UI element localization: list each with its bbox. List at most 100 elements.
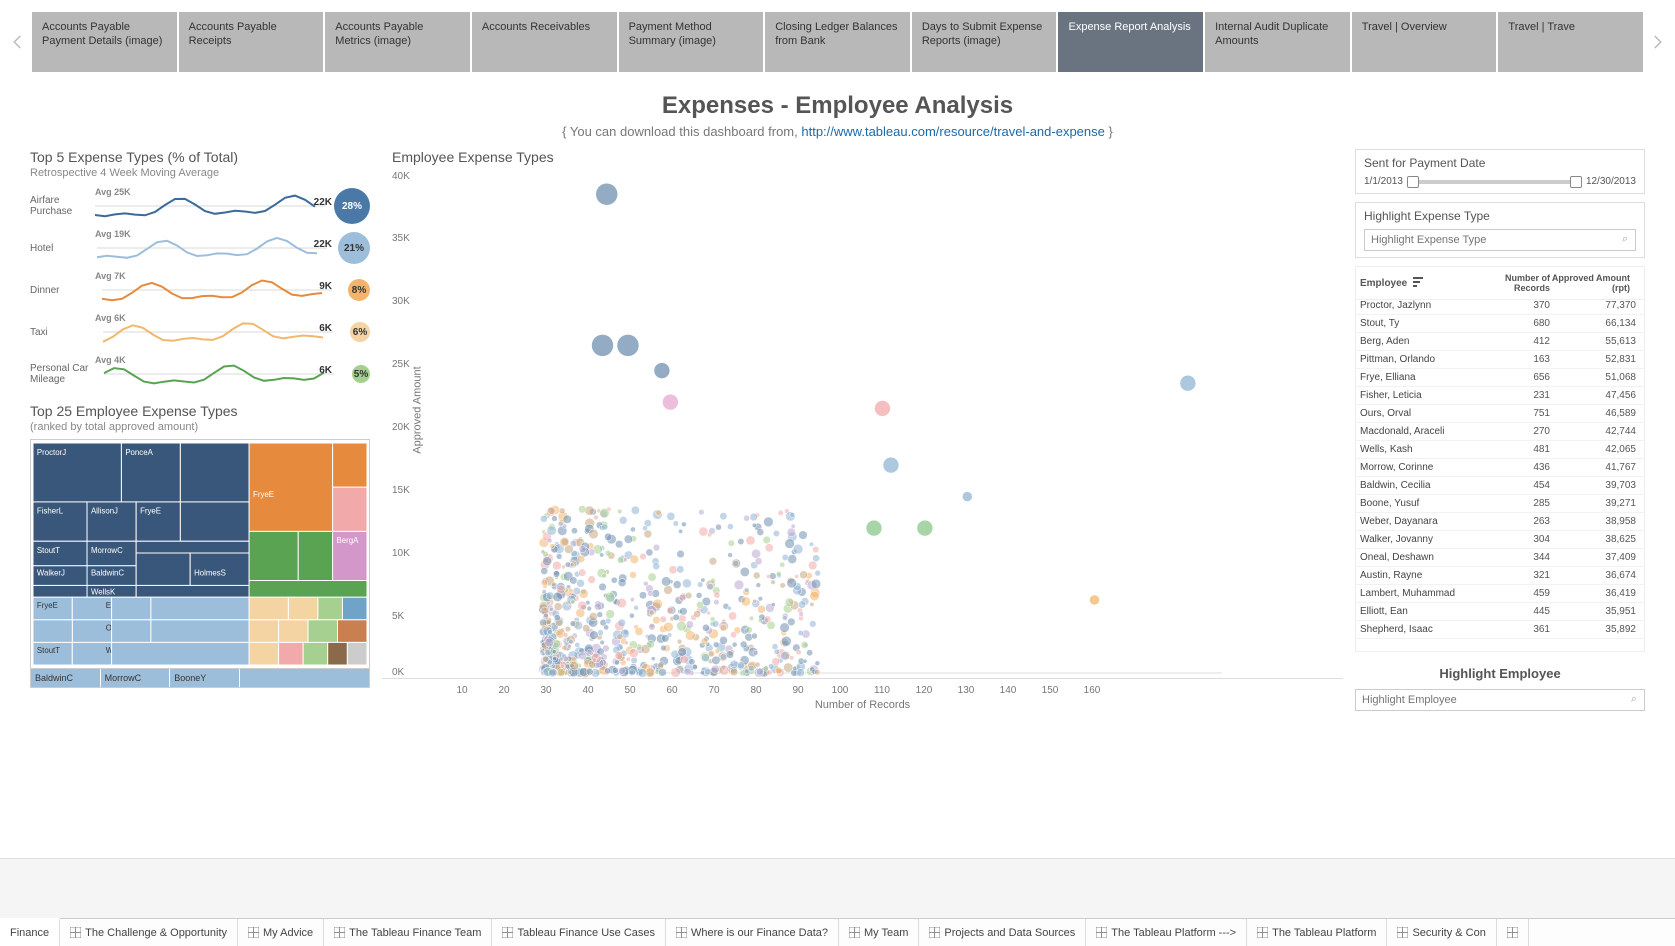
sparkline-row[interactable]: Dinner Avg 7K 9K 8% xyxy=(30,269,370,311)
amount-header[interactable]: Approved Amount (rpt) xyxy=(1550,273,1640,293)
nav-tab[interactable]: Internal Audit Duplicate Amounts xyxy=(1205,12,1350,72)
sparkline-endvalue: 9K xyxy=(319,281,332,292)
sparkline-row[interactable]: Hotel Avg 19K 22K 21% xyxy=(30,227,370,269)
sparkline-row[interactable]: Taxi Avg 6K 6K 6% xyxy=(30,311,370,353)
sparkline-avg: Avg 19K xyxy=(95,229,131,239)
bottom-tab[interactable]: The Tableau Finance Team xyxy=(324,919,492,946)
bottom-tab[interactable]: The Challenge & Opportunity xyxy=(60,919,238,946)
worksheet-icon xyxy=(502,927,513,938)
nav-tab[interactable]: Travel | Overview xyxy=(1352,12,1497,72)
table-row[interactable]: Shepherd, Isaac36135,892 xyxy=(1356,621,1644,639)
bottom-tab[interactable]: My Advice xyxy=(238,919,324,946)
svg-text:StoutT: StoutT xyxy=(37,546,60,555)
treemap-cell[interactable]: BaldwinC xyxy=(31,669,101,687)
highlight-emp-title: Highlight Employee xyxy=(1355,666,1645,681)
new-sheet-button[interactable] xyxy=(1497,919,1529,946)
date-filter: Sent for Payment Date 1/1/2013 12/30/201… xyxy=(1355,149,1645,194)
svg-text:HolmesS: HolmesS xyxy=(194,569,226,578)
bottom-tab[interactable]: Security & Con xyxy=(1387,919,1496,946)
date-slider[interactable] xyxy=(1409,180,1580,184)
bottom-tab[interactable]: Tableau Finance Use Cases xyxy=(492,919,666,946)
treemap-chart[interactable]: ProctorJ PonceA FisherL AllisonJ FryeE xyxy=(30,439,370,669)
table-row[interactable]: Macdonald, Araceli27042,744 xyxy=(1356,423,1644,441)
svg-text:FryeE: FryeE xyxy=(140,507,161,516)
nav-tab[interactable]: Days to Submit Expense Reports (image) xyxy=(912,12,1057,72)
table-row[interactable]: Pittman, Orlando16352,831 xyxy=(1356,351,1644,369)
nav-prev-arrow[interactable] xyxy=(6,12,30,72)
worksheet-icon xyxy=(676,927,687,938)
search-icon: ⌕ xyxy=(1622,233,1628,246)
table-row[interactable]: Proctor, Jazlynn37077,370 xyxy=(1356,297,1644,315)
nav-tab[interactable]: Payment Method Summary (image) xyxy=(619,12,764,72)
search-icon: ⌕ xyxy=(1631,693,1637,706)
nav-tab[interactable]: Accounts Payable Metrics (image) xyxy=(325,12,470,72)
page-subtitle: { You can download this dashboard from, … xyxy=(30,124,1645,139)
worksheet-icon xyxy=(1096,927,1107,938)
bottom-tab[interactable]: My Team xyxy=(839,919,919,946)
bottom-tab[interactable]: Where is our Finance Data? xyxy=(666,919,839,946)
employee-table: Employee Number of Records Approved Amou… xyxy=(1355,266,1645,652)
svg-text:PonceA: PonceA xyxy=(125,448,153,457)
nav-tab[interactable]: Travel | Trave xyxy=(1498,12,1643,72)
slider-handle-end[interactable] xyxy=(1570,176,1582,188)
svg-text:MorrowC: MorrowC xyxy=(91,546,123,555)
bottom-tab[interactable]: The Tableau Platform xyxy=(1247,919,1387,946)
treemap-cell[interactable]: BooneY xyxy=(170,669,240,687)
slider-handle-start[interactable] xyxy=(1407,176,1419,188)
table-row[interactable]: Baldwin, Cecilia45439,703 xyxy=(1356,477,1644,495)
table-row[interactable]: Oneal, Deshawn34437,409 xyxy=(1356,549,1644,567)
sparkline-endvalue: 6K xyxy=(319,365,332,376)
svg-text:BergA: BergA xyxy=(337,536,360,545)
sparkline-endvalue: 22K xyxy=(314,197,332,208)
treemap-subtitle: (ranked by total approved amount) xyxy=(30,421,370,433)
table-row[interactable]: Lambert, Muhammad45936,419 xyxy=(1356,585,1644,603)
highlight-type-title: Highlight Expense Type xyxy=(1364,209,1636,223)
table-row[interactable]: Frye, Elliana65651,068 xyxy=(1356,369,1644,387)
table-row[interactable]: Ours, Orval75146,589 xyxy=(1356,405,1644,423)
date-filter-title: Sent for Payment Date xyxy=(1364,156,1636,170)
nav-tab[interactable]: Accounts Payable Payment Details (image) xyxy=(32,12,177,72)
nav-tab[interactable]: Accounts Payable Receipts xyxy=(179,12,324,72)
table-row[interactable]: Boone, Yusuf28539,271 xyxy=(1356,495,1644,513)
sparkline-avg: Avg 6K xyxy=(95,313,126,323)
treemap-cell[interactable]: MorrowC xyxy=(101,669,171,687)
highlight-emp-input[interactable] xyxy=(1355,689,1645,711)
table-row[interactable]: Fisher, Leticia23147,456 xyxy=(1356,387,1644,405)
table-row[interactable]: Austin, Rayne32136,674 xyxy=(1356,567,1644,585)
table-row[interactable]: Elliott, Ean44535,951 xyxy=(1356,603,1644,621)
bottom-tab[interactable]: The Tableau Platform ---> xyxy=(1086,919,1247,946)
sparkline-row[interactable]: Personal Car Mileage Avg 4K 6K 5% xyxy=(30,353,370,395)
table-row[interactable]: Wells, Kash48142,065 xyxy=(1356,441,1644,459)
nav-tab[interactable]: Expense Report Analysis xyxy=(1058,12,1203,72)
pct-bubble: 6% xyxy=(350,322,370,342)
highlight-type-filter: Highlight Expense Type ⌕ xyxy=(1355,202,1645,258)
scatter-chart[interactable]: Approved Amount 40K 35K 30K 25K 20K 15K … xyxy=(382,169,1343,679)
highlight-type-input[interactable] xyxy=(1364,229,1636,251)
sparkline-label: Personal Car Mileage xyxy=(30,363,90,385)
table-row[interactable]: Stout, Ty68066,134 xyxy=(1356,315,1644,333)
sparkline-avg: Avg 7K xyxy=(95,271,126,281)
bottom-tab[interactable]: Finance xyxy=(0,918,60,946)
worksheet-icon xyxy=(70,927,81,938)
svg-text:FryeE: FryeE xyxy=(253,490,274,499)
sparkline-row[interactable]: Airfare Purchase Avg 25K 22K 28% xyxy=(30,185,370,227)
x-axis-label: Number of Records xyxy=(382,699,1343,711)
download-link[interactable]: http://www.tableau.com/resource/travel-a… xyxy=(801,124,1105,139)
sort-icon[interactable] xyxy=(1413,276,1425,291)
nav-tab[interactable]: Accounts Receivables xyxy=(472,12,617,72)
table-row[interactable]: Berg, Aden41255,613 xyxy=(1356,333,1644,351)
records-header[interactable]: Number of Records xyxy=(1470,273,1550,293)
bottom-tab[interactable]: Projects and Data Sources xyxy=(919,919,1086,946)
svg-text:WalkerJ: WalkerJ xyxy=(37,569,65,578)
nav-tab[interactable]: Closing Ledger Balances from Bank xyxy=(765,12,910,72)
sparkline-endvalue: 22K xyxy=(314,239,332,250)
table-row[interactable]: Walker, Jovanny30438,625 xyxy=(1356,531,1644,549)
nav-next-arrow[interactable] xyxy=(1645,12,1669,72)
sparkline-label: Dinner xyxy=(30,285,90,296)
svg-text:AllisonJ: AllisonJ xyxy=(91,507,118,516)
employee-header[interactable]: Employee xyxy=(1360,278,1407,289)
svg-text:ProctorJ: ProctorJ xyxy=(37,448,66,457)
table-row[interactable]: Weber, Dayanara26338,958 xyxy=(1356,513,1644,531)
worksheet-icon xyxy=(929,927,940,938)
table-row[interactable]: Morrow, Corinne43641,767 xyxy=(1356,459,1644,477)
